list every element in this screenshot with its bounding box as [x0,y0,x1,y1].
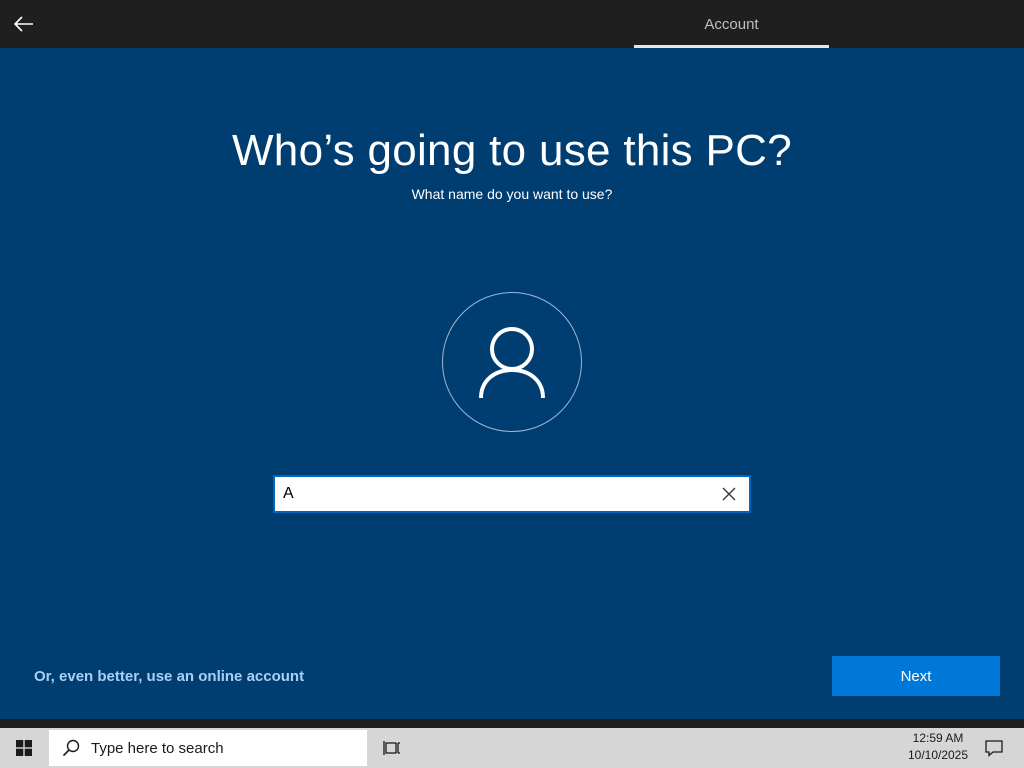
back-button[interactable] [8,8,40,40]
user-icon [479,327,545,399]
clock-date: 10/10/2025 [907,748,969,762]
close-icon [722,487,736,501]
start-button[interactable] [0,728,48,768]
next-button[interactable]: Next [832,656,1000,696]
task-view-button[interactable] [376,732,408,764]
back-arrow-icon [14,16,33,32]
page-subtitle: What name do you want to use? [411,186,613,202]
online-account-link[interactable]: Or, even better, use an online account [34,668,304,685]
taskbar: Type here to search 12:59 AM 10/10/2025 [0,728,1024,768]
action-center-icon [985,740,1003,757]
name-input[interactable] [283,477,703,511]
windows-logo-icon [16,740,32,756]
step-tab-account: Account [704,15,759,33]
top-bar: Account [0,0,1024,48]
avatar [442,292,582,432]
task-view-icon [383,741,400,755]
action-center-button[interactable] [978,732,1010,764]
clear-button[interactable] [717,482,741,506]
clock-time: 12:59 AM [912,731,964,745]
account-setup-page: Who’s going to use this PC? What name do… [0,48,1024,719]
search-icon [53,730,89,766]
taskbar-divider [0,719,1024,728]
page-title: Who’s going to use this PC? [231,126,793,175]
name-field[interactable] [273,475,751,513]
system-clock[interactable]: 12:59 AM 10/10/2025 [900,730,976,766]
taskbar-search[interactable]: Type here to search [49,730,367,766]
search-placeholder: Type here to search [91,739,224,757]
